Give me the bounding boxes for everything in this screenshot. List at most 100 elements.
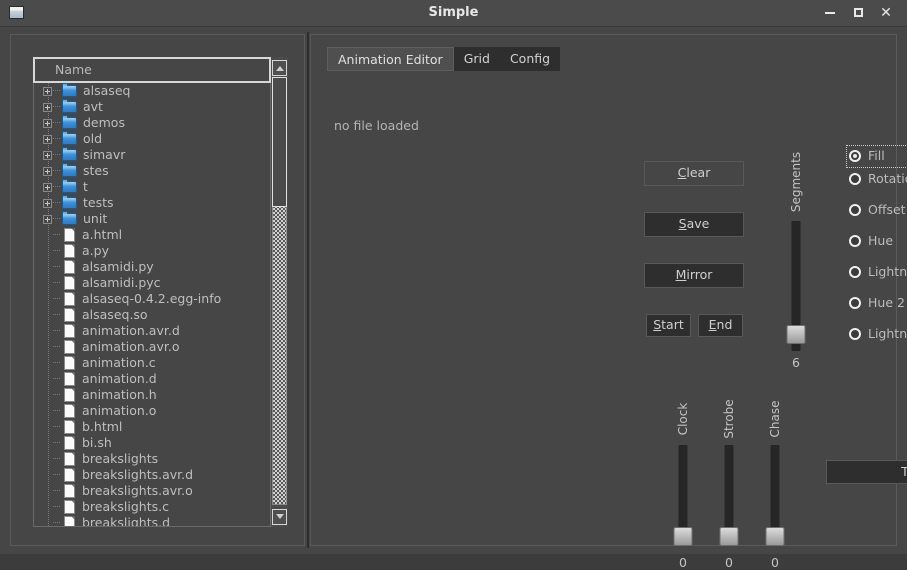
chase-slider-thumb[interactable] [765, 527, 785, 546]
tree-guide-line [48, 451, 49, 467]
tick-button[interactable]: Tick [826, 460, 907, 484]
maximize-icon [853, 8, 863, 17]
tree-guide-line [48, 435, 49, 451]
radio-fill[interactable]: Fill [846, 145, 907, 168]
folder-icon [62, 131, 77, 145]
tree-row[interactable]: animation.o [34, 403, 270, 419]
tree-row[interactable]: breakslights [34, 451, 270, 467]
segments-slider-thumb[interactable] [786, 325, 806, 344]
tree-row[interactable]: animation.avr.o [34, 339, 270, 355]
chevron-down-icon [276, 514, 284, 519]
expand-plus-icon[interactable] [43, 167, 52, 176]
tree-row[interactable]: breakslights.d [34, 515, 270, 526]
tree-row[interactable]: breakslights.avr.d [34, 467, 270, 483]
expand-plus-icon[interactable] [43, 215, 52, 224]
tree-row[interactable]: t [34, 179, 270, 195]
tree-row[interactable]: avt [34, 99, 270, 115]
chase-slider[interactable]: Chase 0 [760, 390, 790, 570]
close-button[interactable]: ✕ [873, 0, 899, 26]
mirror-button[interactable]: Mirror [644, 263, 744, 288]
strobe-slider-value: 0 [725, 555, 733, 570]
tree-row[interactable]: breakslights.avr.o [34, 483, 270, 499]
pane-splitter[interactable] [307, 32, 309, 548]
radio-indicator-icon [849, 266, 861, 278]
expand-plus-icon[interactable] [43, 119, 52, 128]
tree-dash-line [53, 410, 61, 411]
strobe-slider[interactable]: Strobe 0 [714, 390, 744, 570]
strobe-slider-thumb[interactable] [719, 527, 739, 546]
tree-row[interactable]: demos [34, 115, 270, 131]
tree-row[interactable]: animation.avr.d [34, 323, 270, 339]
tree-guide-line [48, 275, 49, 291]
tab-animation-editor[interactable]: Animation Editor [327, 47, 454, 71]
file-icon [64, 452, 75, 466]
save-button[interactable]: Save [644, 212, 744, 237]
tree-rows-container[interactable]: alsaseq avt demos old simavr stes t tests unit a.… [33, 83, 271, 527]
clear-button[interactable]: Clear [644, 161, 744, 186]
file-icon [64, 516, 75, 526]
minimize-button[interactable] [817, 0, 843, 26]
radio-lightness[interactable]: Lightness [846, 261, 907, 292]
radio-lightness-2[interactable]: Lightness 2 [846, 323, 907, 354]
tree-row-label: tests [83, 195, 114, 210]
radio-rotation[interactable]: Rotation [846, 168, 907, 199]
folder-icon [62, 147, 77, 161]
tree-guide-line [48, 291, 49, 307]
tree-row[interactable]: simavr [34, 147, 270, 163]
expand-plus-icon[interactable] [43, 87, 52, 96]
tree-row[interactable]: alsaseq-0.4.2.egg-info [34, 291, 270, 307]
tree-guide-line [48, 467, 49, 483]
tree-row[interactable]: alsamidi.pyc [34, 275, 270, 291]
tree-row[interactable]: unit [34, 211, 270, 227]
end-button[interactable]: End [698, 314, 743, 337]
tree-column-header-name[interactable]: Name [33, 57, 271, 83]
tree-row[interactable]: animation.h [34, 387, 270, 403]
radio-offset[interactable]: Offset [846, 199, 907, 230]
segments-slider[interactable]: Segments 6 [781, 143, 811, 370]
tree-row-label: old [83, 131, 103, 146]
tree-dash-line [53, 298, 61, 299]
tree-guide-line [48, 483, 49, 499]
tree-row[interactable]: a.html [34, 227, 270, 243]
tree-guide-line [48, 499, 49, 515]
tree-scrollbar[interactable] [271, 57, 288, 527]
tree-row[interactable]: animation.d [34, 371, 270, 387]
radio-hue[interactable]: Hue [846, 230, 907, 261]
clock-slider-thumb[interactable] [673, 527, 693, 546]
tree-row[interactable]: stes [34, 163, 270, 179]
tree-row[interactable]: bi.sh [34, 435, 270, 451]
expand-plus-icon[interactable] [43, 183, 52, 192]
tree-row[interactable]: alsaseq [34, 83, 270, 99]
tree-row-label: alsaseq-0.4.2.egg-info [82, 291, 222, 306]
tree-row[interactable]: animation.c [34, 355, 270, 371]
tab-config[interactable]: Config [499, 47, 561, 71]
tree-row[interactable]: tests [34, 195, 270, 211]
scroll-down-button[interactable] [272, 509, 287, 525]
scrollbar-thumb[interactable] [272, 77, 287, 207]
tree-row[interactable]: b.html [34, 419, 270, 435]
radio-hue-2[interactable]: Hue 2 [846, 292, 907, 323]
tree-row[interactable]: old [34, 131, 270, 147]
file-icon [64, 356, 75, 370]
maximize-button[interactable] [845, 0, 871, 26]
main-content: Name alsaseq avt demos old simavr stes t tests u… [0, 26, 907, 570]
tree-dash-line [53, 314, 61, 315]
tree-row-label: a.html [82, 227, 123, 242]
expand-plus-icon[interactable] [43, 135, 52, 144]
tree-row[interactable]: breakslights.c [34, 499, 270, 515]
scroll-up-button[interactable] [272, 60, 287, 76]
expand-plus-icon[interactable] [43, 151, 52, 160]
tree-dash-line [53, 426, 61, 427]
expand-plus-icon[interactable] [43, 103, 52, 112]
tab-grid[interactable]: Grid [453, 47, 500, 71]
tree-row[interactable]: alsaseq.so [34, 307, 270, 323]
clock-slider[interactable]: Clock 0 [668, 390, 698, 570]
tree-row[interactable]: alsamidi.py [34, 259, 270, 275]
tree-row[interactable]: a.py [34, 243, 270, 259]
tree-dash-line [53, 474, 61, 475]
radio-label: Hue [868, 233, 894, 248]
radio-indicator-icon [849, 173, 861, 185]
expand-plus-icon[interactable] [43, 199, 52, 208]
tree-row-label: animation.c [82, 355, 156, 370]
start-button[interactable]: Start [646, 314, 691, 337]
